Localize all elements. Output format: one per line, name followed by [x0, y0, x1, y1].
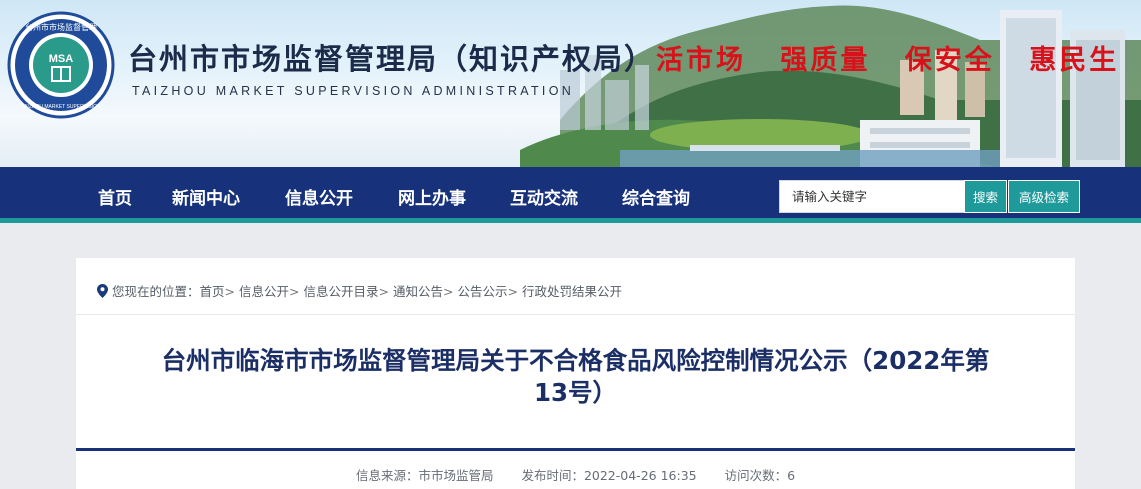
header-banner: MSA 台州市市场监督管理 TAIZHOU MARKET SUPERVISION…: [0, 0, 1141, 167]
breadcrumb-announcements[interactable]: 公告公示: [457, 284, 507, 299]
main-nav: 首页 新闻中心 信息公开 网上办事 互动交流 综合查询 搜索 高级检索: [0, 167, 1141, 223]
breadcrumb-info-disclosure[interactable]: 信息公开: [239, 284, 289, 299]
article-title: 台州市临海市市场监督管理局关于不合格食品风险控制情况公示（2022年第 13号）: [96, 345, 1055, 409]
nav-news-center[interactable]: 新闻中心: [172, 184, 240, 209]
article-card: 您现在的位置：首页> 信息公开> 信息公开目录> 通知公告> 公告公示> 行政处…: [76, 258, 1075, 489]
svg-text:MSA: MSA: [49, 53, 74, 65]
slogan-item: 保安全: [904, 45, 995, 76]
slogan-item: 惠民生: [1029, 45, 1120, 76]
info-source: 信息来源：市市场监管局: [355, 468, 494, 483]
article-meta: 信息来源：市市场监管局 发布时间：2022-04-26 16:35 访问次数：6: [76, 465, 1075, 484]
article-title-line: 台州市临海市市场监督管理局关于不合格食品风险控制情况公示（2022年第: [161, 346, 990, 375]
article-title-line: 13号）: [533, 378, 618, 407]
nav-interaction[interactable]: 互动交流: [510, 184, 578, 209]
slogan-item: 活市场: [656, 45, 746, 76]
nav-info-disclosure[interactable]: 信息公开: [285, 184, 353, 209]
visit-count: 访问次数：6: [724, 468, 796, 483]
nav-home[interactable]: 首页: [98, 184, 132, 209]
svg-text:台州市市场监督管理: 台州市市场监督管理: [25, 22, 97, 32]
breadcrumb-prefix: 您现在的位置：: [112, 284, 200, 299]
breadcrumb: 您现在的位置：首页> 信息公开> 信息公开目录> 通知公告> 公告公示> 行政处…: [97, 281, 622, 301]
breadcrumb-notices[interactable]: 通知公告: [393, 284, 443, 299]
slogan: 活市场 强质量 保安全 惠民生: [656, 38, 1141, 77]
advanced-search-button[interactable]: 高级检索: [1008, 180, 1080, 213]
divider: [76, 314, 1075, 315]
breadcrumb-separator: >: [378, 284, 389, 299]
publish-time: 发布时间：2022-04-26 16:35: [521, 468, 697, 483]
site-title: 台州市市场监督管理局（知识产权局）: [128, 42, 656, 76]
title-rule: [76, 448, 1075, 451]
breadcrumb-separator: >: [507, 284, 518, 299]
msa-logo: MSA 台州市市场监督管理 TAIZHOU MARKET SUPERVISION: [6, 10, 116, 120]
svg-text:TAIZHOU MARKET SUPERVISION: TAIZHOU MARKET SUPERVISION: [21, 104, 101, 110]
location-pin-icon: [97, 284, 108, 301]
breadcrumb-home[interactable]: 首页: [200, 284, 225, 299]
breadcrumb-separator: >: [289, 284, 300, 299]
site-subtitle: TAIZHOU MARKET SUPERVISION ADMINISTRATIO…: [132, 84, 575, 98]
nav-online-service[interactable]: 网上办事: [398, 184, 466, 209]
breadcrumb-separator: >: [224, 284, 236, 299]
breadcrumb-info-catalog[interactable]: 信息公开目录: [303, 284, 378, 299]
breadcrumb-separator: >: [442, 284, 454, 299]
nav-query[interactable]: 综合查询: [622, 184, 690, 209]
search-input[interactable]: [779, 180, 965, 213]
slogan-item: 强质量: [780, 45, 871, 76]
search-button[interactable]: 搜索: [964, 180, 1007, 213]
breadcrumb-penalty-results[interactable]: 行政处罚结果公开: [522, 284, 622, 299]
